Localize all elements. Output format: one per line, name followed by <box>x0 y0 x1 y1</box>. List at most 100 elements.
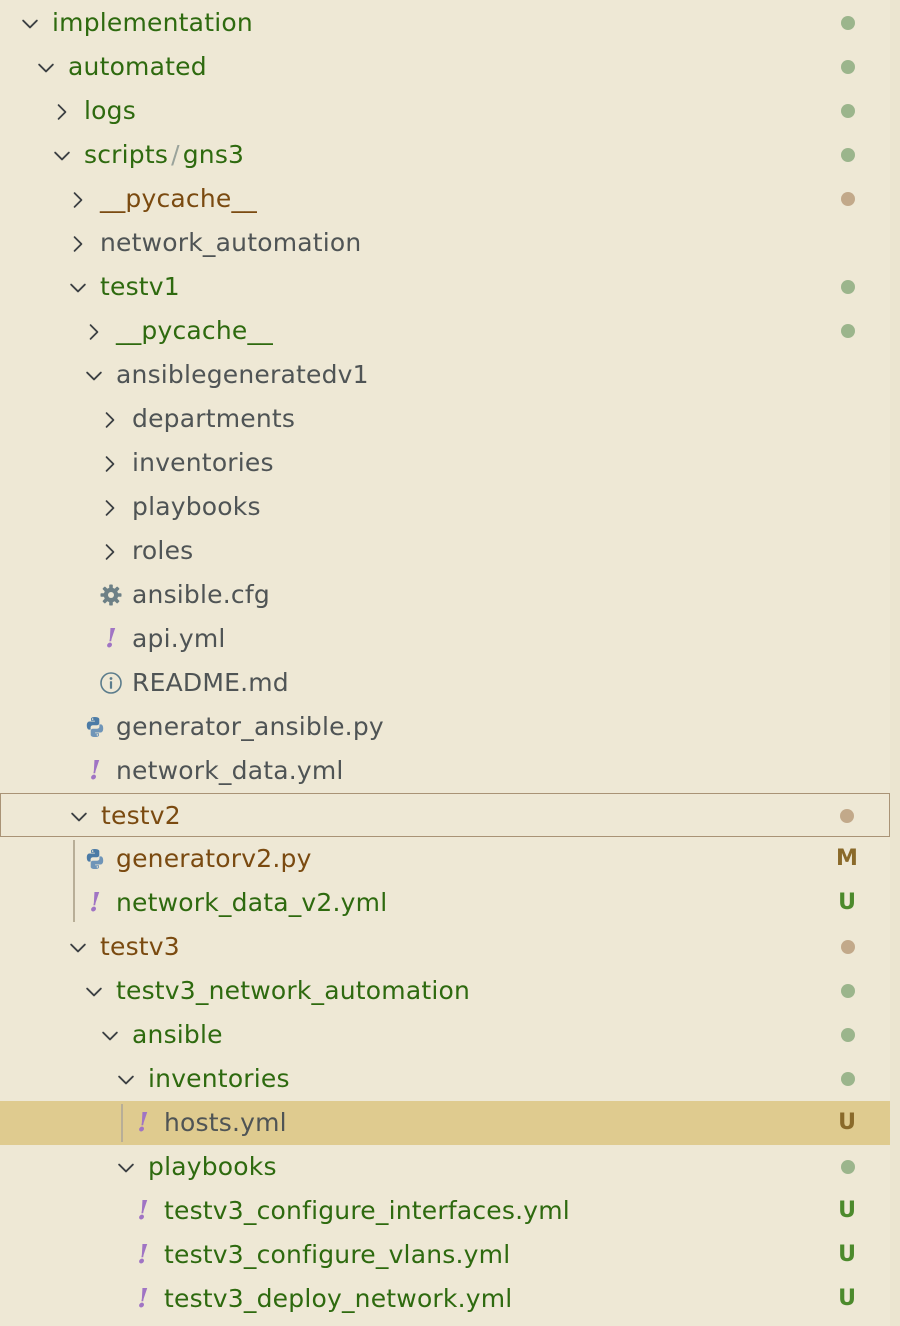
git-status-dot <box>841 940 855 954</box>
tree-item-name: inventories <box>148 1064 290 1093</box>
tree-folder-row[interactable]: playbooks <box>0 485 890 529</box>
tree-item-label: roles <box>132 535 193 567</box>
tree-folder-row[interactable]: scripts / gns3 <box>0 133 890 177</box>
chevron-down-icon[interactable] <box>68 805 90 827</box>
tree-item-label: network_data_v2.yml <box>116 887 387 919</box>
git-status-dot <box>841 984 855 998</box>
tree-item-name: ansiblegeneratedv1 <box>116 360 369 389</box>
yaml-icon: ! <box>137 1240 149 1270</box>
tree-item-name: logs <box>84 96 136 125</box>
info-icon <box>98 670 124 696</box>
git-status-dot <box>841 280 855 294</box>
chevron-right-icon[interactable] <box>51 100 73 122</box>
chevron-down-icon[interactable] <box>83 364 105 386</box>
git-status-badge: U <box>838 1242 856 1267</box>
tree-item-label: testv3_deploy_network.yml <box>164 1283 512 1315</box>
git-status-badge: U <box>838 1286 856 1311</box>
tree-item-name: testv3_deploy_network.yml <box>164 1284 513 1313</box>
chevron-down-icon[interactable] <box>67 276 89 298</box>
tree-item-name: ansible <box>132 1020 223 1049</box>
tree-item-name: network_data.yml <box>116 756 344 785</box>
yaml-icon: ! <box>89 756 101 786</box>
tree-folder-row[interactable]: departments <box>0 397 890 441</box>
tree-file-row[interactable]: ! hosts.yml U <box>0 1101 890 1145</box>
python-icon <box>82 714 108 740</box>
chevron-right-icon[interactable] <box>99 496 121 518</box>
tree-folder-row[interactable]: inventories <box>0 1057 890 1101</box>
tree-item-label: implementation <box>52 7 253 39</box>
tree-item-label: network_data.yml <box>116 755 344 787</box>
tree-folder-row[interactable]: roles <box>0 529 890 573</box>
tree-file-row[interactable]: README.md <box>0 661 890 705</box>
gear-icon <box>98 582 124 608</box>
tree-item-label: testv2 <box>101 800 181 832</box>
git-status-dot <box>841 1160 855 1174</box>
tree-file-row[interactable]: ! api.yml <box>0 617 890 661</box>
file-explorer-tree: implementation automated logs scripts / gns3 _… <box>0 0 890 1326</box>
chevron-down-icon[interactable] <box>67 936 89 958</box>
chevron-right-icon[interactable] <box>67 188 89 210</box>
scrollbar-track[interactable] <box>890 0 900 1326</box>
tree-item-name: api.yml <box>132 624 226 653</box>
tree-item-name: testv3_configure_vlans.yml <box>164 1240 511 1269</box>
chevron-right-icon[interactable] <box>83 320 105 342</box>
chevron-down-icon[interactable] <box>83 980 105 1002</box>
chevron-down-icon[interactable] <box>51 144 73 166</box>
tree-item-label: playbooks <box>148 1151 277 1183</box>
tree-file-row[interactable]: ansible.cfg <box>0 573 890 617</box>
python-icon <box>82 846 108 872</box>
tree-item-name: playbooks <box>132 492 261 521</box>
tree-item-label: inventories <box>148 1063 290 1095</box>
tree-folder-row[interactable]: playbooks <box>0 1145 890 1189</box>
tree-item-name-compact: gns3 <box>182 140 245 169</box>
tree-folder-row[interactable]: testv1 <box>0 265 890 309</box>
tree-item-name: scripts <box>84 140 169 169</box>
tree-item-name: network_automation <box>100 228 362 257</box>
chevron-down-icon[interactable] <box>115 1068 137 1090</box>
tree-folder-row[interactable]: testv3_network_automation <box>0 969 890 1013</box>
tree-file-row[interactable]: ! testv3_deploy_network.yml U <box>0 1277 890 1321</box>
tree-folder-row[interactable]: ansiblegeneratedv1 <box>0 353 890 397</box>
tree-folder-row[interactable]: implementation <box>0 1 890 45</box>
git-status-dot <box>841 324 855 338</box>
tree-item-name: hosts.yml <box>164 1108 287 1137</box>
tree-item-name: __pycache__ <box>100 184 257 213</box>
chevron-right-icon[interactable] <box>99 408 121 430</box>
tree-folder-row[interactable]: __pycache__ <box>0 309 890 353</box>
tree-item-name: playbooks <box>148 1152 277 1181</box>
chevron-right-icon[interactable] <box>99 540 121 562</box>
tree-file-row[interactable]: ! testv3_configure_interfaces.yml U <box>0 1189 890 1233</box>
tree-file-row[interactable]: ! testv3_configure_vlans.yml U <box>0 1233 890 1277</box>
yaml-icon: ! <box>89 888 101 918</box>
tree-item-name: testv3_network_automation <box>116 976 471 1005</box>
git-status-badge: M <box>836 846 858 871</box>
chevron-down-icon[interactable] <box>99 1024 121 1046</box>
chevron-right-icon[interactable] <box>67 232 89 254</box>
tree-folder-row[interactable]: automated <box>0 45 890 89</box>
tree-folder-row[interactable]: logs <box>0 89 890 133</box>
tree-item-label: api.yml <box>132 623 226 655</box>
tree-item-label: testv1 <box>100 271 180 303</box>
tree-item-label: scripts / gns3 <box>84 139 244 171</box>
chevron-down-icon[interactable] <box>115 1156 137 1178</box>
chevron-down-icon[interactable] <box>19 12 41 34</box>
chevron-right-icon[interactable] <box>99 452 121 474</box>
tree-item-name: network_data_v2.yml <box>116 888 388 917</box>
tree-item-name: testv3_configure_interfaces.yml <box>164 1196 570 1225</box>
tree-folder-row[interactable]: testv2 <box>0 793 890 837</box>
git-status-dot <box>841 16 855 30</box>
tree-file-row[interactable]: ! network_data_v2.yml U <box>0 881 890 925</box>
tree-folder-row[interactable]: __pycache__ <box>0 177 890 221</box>
tree-file-row[interactable]: generatorv2.py M <box>0 837 890 881</box>
tree-folder-row[interactable]: ansible <box>0 1013 890 1057</box>
tree-item-label: playbooks <box>132 491 261 523</box>
tree-folder-row[interactable]: network_automation <box>0 221 890 265</box>
git-status-dot <box>841 104 855 118</box>
tree-file-row[interactable]: generator_ansible.py <box>0 705 890 749</box>
yaml-icon: ! <box>137 1108 149 1138</box>
chevron-down-icon[interactable] <box>35 56 57 78</box>
tree-file-row[interactable]: ! network_data.yml <box>0 749 890 793</box>
tree-item-label: __pycache__ <box>116 315 273 347</box>
tree-folder-row[interactable]: testv3 <box>0 925 890 969</box>
tree-folder-row[interactable]: inventories <box>0 441 890 485</box>
